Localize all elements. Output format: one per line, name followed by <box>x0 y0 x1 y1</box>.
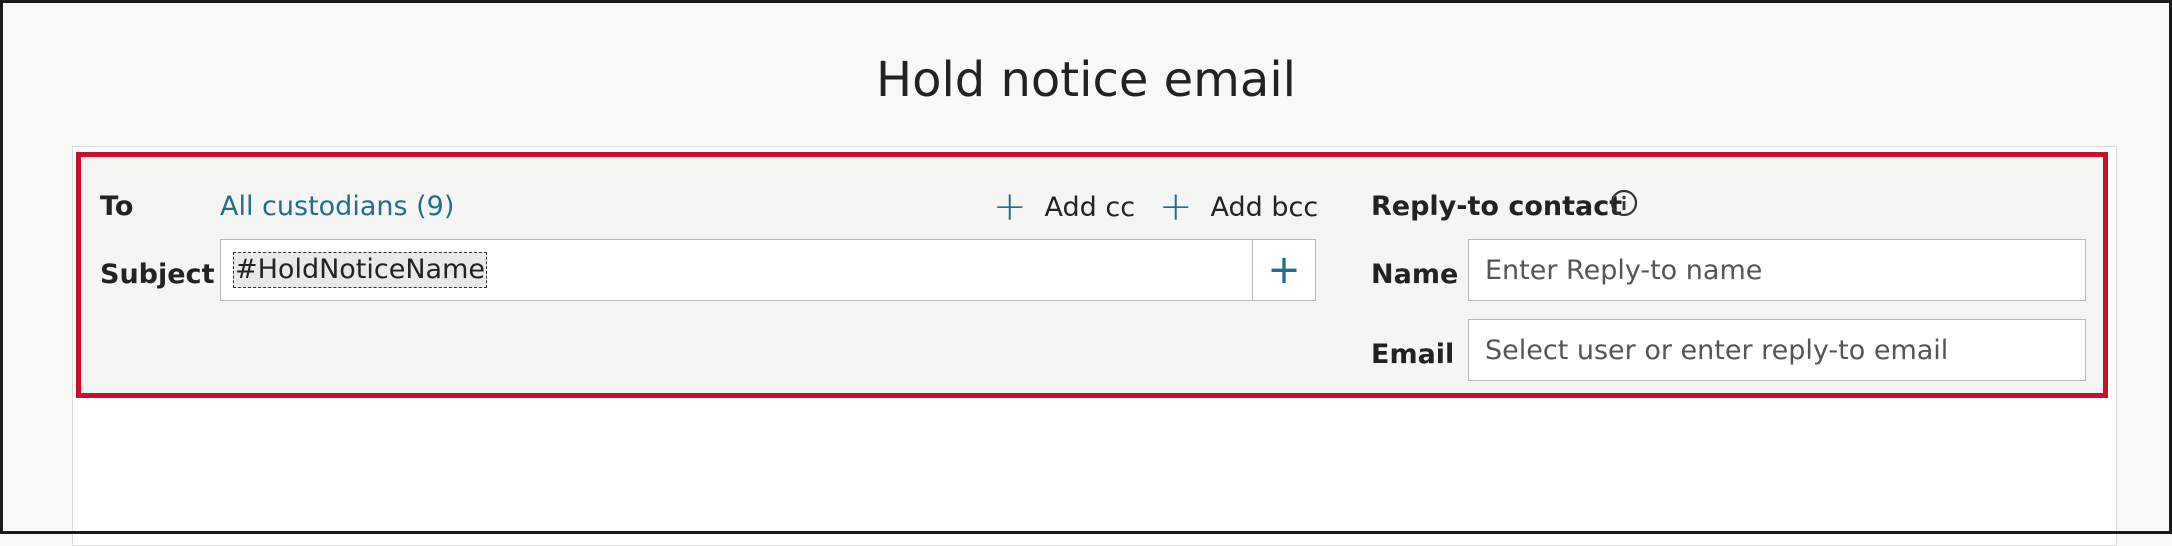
subject-token[interactable]: #HoldNoticeName <box>233 252 488 288</box>
reply-to-heading: Reply-to contact <box>1371 191 1623 222</box>
add-bcc-button[interactable]: + Add bcc <box>1159 187 1318 227</box>
add-bcc-label: Add bcc <box>1210 191 1319 223</box>
subject-input[interactable]: #HoldNoticeName <box>221 240 1252 300</box>
insert-variable-button[interactable]: + <box>1252 240 1315 300</box>
plus-icon: + <box>1159 184 1193 230</box>
reply-to-name-input[interactable] <box>1468 239 2086 301</box>
add-cc-button[interactable]: + Add cc <box>993 187 1135 227</box>
plus-icon: + <box>1267 247 1301 293</box>
info-icon[interactable] <box>1610 189 1638 217</box>
reply-to-email-label: Email <box>1371 339 1455 370</box>
subject-field[interactable]: #HoldNoticeName + <box>220 239 1316 301</box>
reply-to-email-input[interactable] <box>1468 319 2086 381</box>
to-label: To <box>100 191 134 222</box>
to-recipients-link[interactable]: All custodians (9) <box>220 191 454 223</box>
subject-label: Subject <box>100 259 215 290</box>
page-title: Hold notice email <box>875 52 1297 108</box>
add-cc-label: Add cc <box>1044 191 1136 223</box>
reply-to-name-label: Name <box>1371 259 1459 290</box>
plus-icon: + <box>993 184 1027 230</box>
email-header-section: To All custodians (9) + Add cc + Add bcc… <box>76 152 2108 398</box>
